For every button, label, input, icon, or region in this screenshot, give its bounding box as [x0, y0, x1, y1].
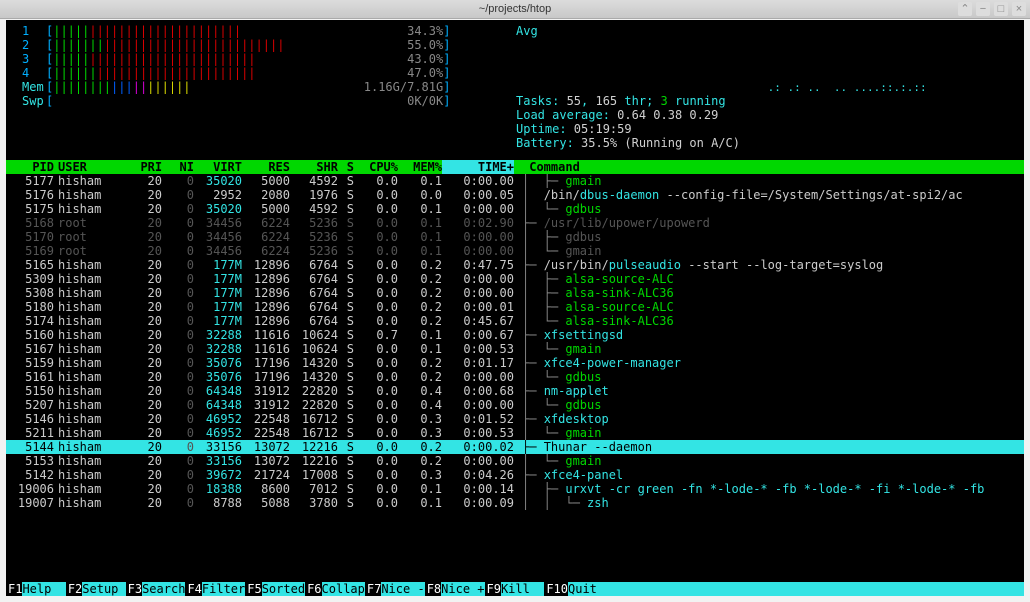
- window-controls: ⌃ − □ ×: [958, 2, 1026, 16]
- fkey-F2[interactable]: F2: [66, 582, 82, 596]
- process-row[interactable]: 5160hisham200322881161610624S0.70.10:00.…: [6, 328, 1024, 342]
- col-shr[interactable]: SHR: [290, 160, 338, 174]
- fkey-F3[interactable]: F3: [126, 582, 142, 596]
- process-row[interactable]: 5150hisham200643483191222820S0.00.40:00.…: [6, 384, 1024, 398]
- process-row[interactable]: 5165hisham200177M128966764S0.00.20:47.75…: [6, 258, 1024, 272]
- col-ni[interactable]: NI: [162, 160, 194, 174]
- column-header[interactable]: PID USER PRI NI VIRT RES SHR S CPU% MEM%…: [6, 160, 1024, 174]
- process-row[interactable]: 5159hisham200350761719614320S0.00.20:01.…: [6, 356, 1024, 370]
- fkey-label[interactable]: Nice -: [381, 582, 424, 596]
- fkey-label[interactable]: Sorted: [262, 582, 305, 596]
- process-row[interactable]: 19007hisham200878850883780S0.00.10:00.09…: [6, 496, 1024, 510]
- fkey-F1[interactable]: F1: [6, 582, 22, 596]
- function-key-bar: F1Help F2Setup F3SearchF4FilterF5SortedF…: [6, 582, 1024, 596]
- process-row[interactable]: 5146hisham200469522254816712S0.00.30:01.…: [6, 412, 1024, 426]
- process-row[interactable]: 5211hisham200469522254816712S0.00.30:00.…: [6, 426, 1024, 440]
- fkey-label[interactable]: Collap: [322, 582, 365, 596]
- col-time[interactable]: TIME+: [442, 160, 514, 174]
- col-pid[interactable]: PID: [6, 160, 58, 174]
- col-cpu[interactable]: CPU%: [354, 160, 398, 174]
- roll-up-button[interactable]: ⌃: [958, 2, 972, 16]
- fkey-F4[interactable]: F4: [185, 582, 201, 596]
- col-command[interactable]: Command: [514, 160, 1024, 174]
- process-row[interactable]: 5309hisham200177M128966764S0.00.20:00.00…: [6, 272, 1024, 286]
- close-button[interactable]: ×: [1012, 2, 1026, 16]
- process-row[interactable]: 5168root2003445662245236S0.00.10:02.90├─…: [6, 216, 1024, 230]
- process-row[interactable]: 5175hisham2003502050004592S0.00.10:00.00…: [6, 202, 1024, 216]
- process-row[interactable]: 5174hisham200177M128966764S0.00.20:45.67…: [6, 314, 1024, 328]
- col-user[interactable]: USER: [58, 160, 126, 174]
- fkey-F9[interactable]: F9: [485, 582, 501, 596]
- process-row[interactable]: 5170root2003445662245236S0.00.10:00.00│ …: [6, 230, 1024, 244]
- process-row[interactable]: 5142hisham200396722172417008S0.00.30:04.…: [6, 468, 1024, 482]
- minimize-button[interactable]: −: [976, 2, 990, 16]
- window-title: ~/projects/htop: [479, 3, 551, 15]
- window-titlebar: ~/projects/htop ⌃ − □ ×: [0, 0, 1030, 19]
- fkey-label[interactable]: Search: [142, 582, 185, 596]
- process-row[interactable]: 5144hisham200331561307212216S0.00.20:00.…: [6, 440, 1024, 454]
- process-row[interactable]: 5169root2003445662245236S0.00.10:00.00│ …: [6, 244, 1024, 258]
- fkey-F7[interactable]: F7: [365, 582, 381, 596]
- fkey-label[interactable]: Setup: [82, 582, 125, 596]
- avg-label: Avg: [516, 24, 538, 38]
- process-row[interactable]: 5167hisham200322881161610624S0.00.10:00.…: [6, 342, 1024, 356]
- process-row[interactable]: 19006hisham2001838886007012S0.00.10:00.1…: [6, 482, 1024, 496]
- fkey-F5[interactable]: F5: [245, 582, 261, 596]
- process-row[interactable]: 5176hisham200295220801976S0.00.00:00.05│…: [6, 188, 1024, 202]
- process-row[interactable]: 5308hisham200177M128966764S0.00.20:00.00…: [6, 286, 1024, 300]
- process-row[interactable]: 5177hisham2003502050004592S0.00.10:00.00…: [6, 174, 1024, 188]
- terminal[interactable]: 1[||||||||||||||||||||||||||34.3%]Avg2[|…: [6, 20, 1024, 596]
- col-mem[interactable]: MEM%: [398, 160, 442, 174]
- maximize-button[interactable]: □: [994, 2, 1008, 16]
- fkey-label[interactable]: Kill: [501, 582, 544, 596]
- process-row[interactable]: 5153hisham200331561307212216S0.00.20:00.…: [6, 454, 1024, 468]
- process-row[interactable]: 5207hisham200643483191222820S0.00.40:00.…: [6, 398, 1024, 412]
- col-pri[interactable]: PRI: [126, 160, 162, 174]
- process-row[interactable]: 5180hisham200177M128966764S0.00.20:00.01…: [6, 300, 1024, 314]
- fkey-label[interactable]: Filter: [202, 582, 245, 596]
- fkey-F6[interactable]: F6: [305, 582, 321, 596]
- col-res[interactable]: RES: [242, 160, 290, 174]
- process-row[interactable]: 5161hisham200350761719614320S0.00.20:00.…: [6, 370, 1024, 384]
- fkey-F8[interactable]: F8: [425, 582, 441, 596]
- process-list[interactable]: 5177hisham2003502050004592S0.00.10:00.00…: [6, 174, 1024, 510]
- terminal-window: ~/projects/htop ⌃ − □ × 1[||||||||||||||…: [0, 0, 1030, 602]
- fkey-label[interactable]: Quit: [568, 582, 611, 596]
- col-virt[interactable]: VIRT: [194, 160, 242, 174]
- fkey-label[interactable]: Nice +: [441, 582, 484, 596]
- col-s[interactable]: S: [338, 160, 354, 174]
- fkey-F10[interactable]: F10: [544, 582, 568, 596]
- fkey-label[interactable]: Help: [22, 582, 65, 596]
